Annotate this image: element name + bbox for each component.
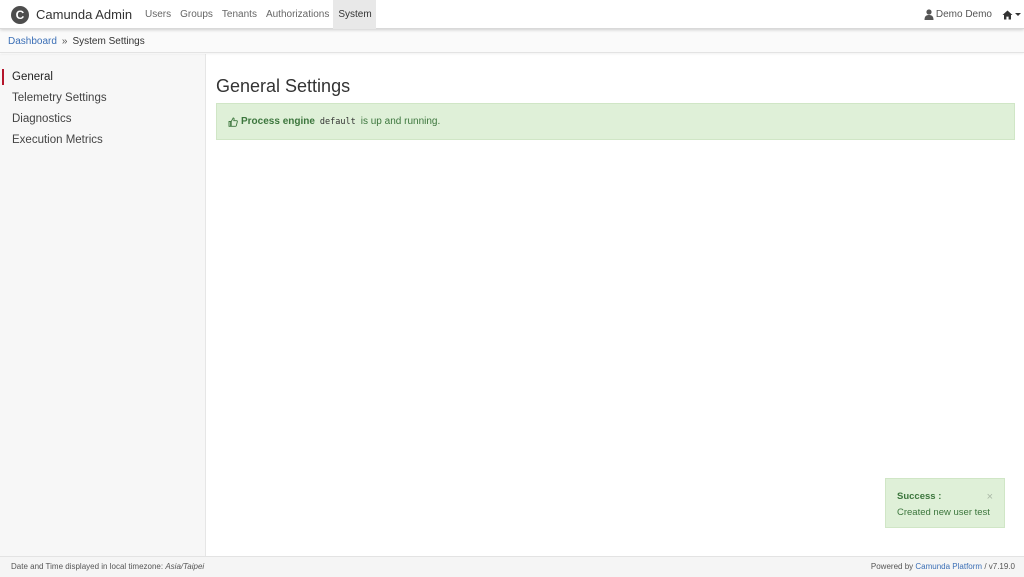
nav-link-authorizations[interactable]: Authorizations: [261, 0, 333, 29]
brand[interactable]: C Camunda Admin: [11, 5, 132, 24]
engine-status-strong: Process engine: [241, 116, 315, 127]
timezone-prefix: Date and Time displayed in local timezon…: [11, 562, 164, 571]
caret-down-icon: [1015, 13, 1021, 16]
breadcrumb-current: System Settings: [72, 36, 145, 47]
sidebar-item-telemetry-settings[interactable]: Telemetry Settings: [12, 92, 107, 104]
timezone-value: Asia/Taipei: [165, 562, 205, 571]
breadcrumb-dashboard-link[interactable]: Dashboard: [8, 36, 57, 47]
top-navbar: C Camunda Admin Users Groups Tenants Aut…: [0, 0, 1024, 29]
main-nav: Users Groups Tenants Authorizations Syst…: [140, 0, 376, 29]
sidebar-item-execution-metrics[interactable]: Execution Metrics: [12, 134, 103, 146]
version-label: / v7.19.0: [984, 562, 1015, 571]
camunda-platform-link[interactable]: Camunda Platform: [915, 562, 982, 571]
success-notification: Success : Created new user test ×: [885, 478, 1005, 528]
user-name: Demo Demo: [935, 8, 992, 20]
breadcrumb-separator: »: [61, 36, 68, 47]
page-title: General Settings: [216, 76, 351, 96]
camunda-logo-icon: C: [11, 5, 29, 24]
sidebar-item-general[interactable]: General: [12, 71, 53, 83]
user-icon: [924, 9, 934, 20]
engine-status-alert: Process engine default is up and running…: [216, 103, 1015, 140]
brand-name: Camunda Admin: [36, 7, 133, 22]
timezone-info: Date and Time displayed in local timezon…: [11, 557, 204, 577]
home-menu[interactable]: [1002, 0, 1021, 29]
sidebar: General Telemetry Settings Diagnostics E…: [0, 54, 206, 556]
home-icon: [1002, 10, 1013, 19]
sidebar-item-diagnostics[interactable]: Diagnostics: [12, 113, 71, 125]
nav-link-system[interactable]: System: [333, 0, 376, 29]
nav-link-groups[interactable]: Groups: [175, 0, 217, 29]
breadcrumb: Dashboard » System Settings: [0, 29, 1024, 53]
thumbs-up-icon: [228, 117, 238, 127]
powered-by: Powered by Camunda Platform / v7.19.0: [871, 557, 1015, 577]
user-menu[interactable]: Demo Demo: [924, 0, 992, 29]
nav-link-users[interactable]: Users: [140, 0, 175, 29]
close-icon[interactable]: ×: [987, 491, 993, 503]
engine-status-text: is up and running.: [360, 116, 441, 127]
nav-link-tenants[interactable]: Tenants: [217, 0, 261, 29]
powered-by-prefix: Powered by: [870, 562, 914, 571]
footer: Date and Time displayed in local timezon…: [0, 556, 1024, 577]
sidebar-active-indicator: [2, 69, 4, 85]
notification-message: Created new user test: [897, 507, 990, 518]
engine-name: default: [319, 116, 356, 127]
